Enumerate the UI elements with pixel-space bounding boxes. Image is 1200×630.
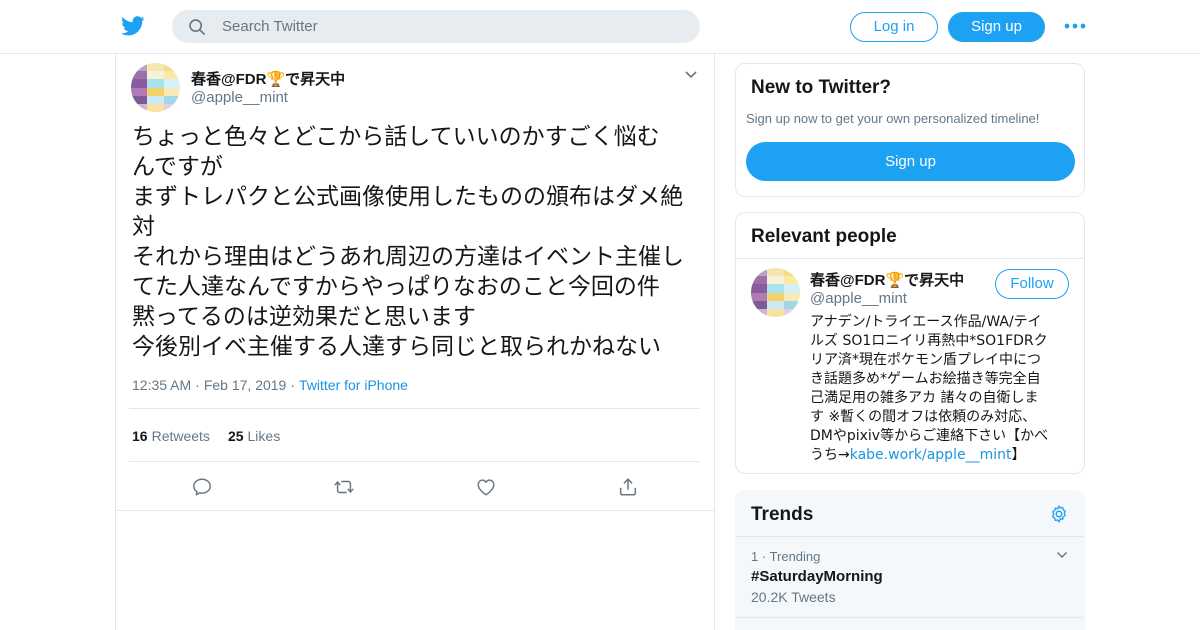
tweet-text: ちょっと色々とどこから話していいのかすごく悩む んですが まずトレパクと公式画像… [132,122,702,362]
likes-count: 25 [227,428,244,444]
divider [129,461,700,462]
tweet-text-line: ちょっと色々とどこから話していいのかすごく悩む [132,124,660,150]
reply-icon[interactable] [191,476,213,498]
more-icon[interactable] [1064,22,1086,30]
tweet-column: 春香@FDR🏆で昇天中 @apple__mint ちょっと色々とどこから話してい… [115,54,715,630]
bio-line: リア済*現在ポケモン盾プレイ中につ [810,352,1041,368]
relevant-people-title: Relevant people [751,226,897,247]
bio-line: アナデン/トライエース作品/WA/テイ [810,314,1042,330]
login-button[interactable]: Log in [850,12,938,42]
divider [736,536,1084,537]
author-name[interactable]: 春香@FDR🏆で昇天中 [191,68,345,89]
tweet-text-line: 今後別イベ主催する人達すら同じと取られかねない [132,334,661,360]
signup-button[interactable]: Sign up [948,12,1045,42]
bio-line: す ※暫くの間オフは依頼のみ対応、 [810,409,1037,425]
retweets-label: Retweets [151,428,210,444]
relevant-people-card: Relevant people 春香@FDR🏆で昇天中 @apple__mint… [735,212,1085,474]
tweet-text-line: てた人達なんですからやっぱりなおのこと今回の件 [132,274,660,300]
tweet-text-line: 黙ってるのは逆効果だと思います [132,304,476,330]
signup-card-title: New to Twitter? [751,77,892,98]
sidebar-signup-button[interactable]: Sign up [746,142,1075,181]
search-input[interactable]: Search Twitter [222,18,318,36]
divider [736,617,1084,618]
bio-link[interactable]: kabe.work/apple__mint [850,447,1012,463]
tweet-source-link[interactable]: Twitter for iPhone [299,377,408,393]
search-box[interactable]: Search Twitter [172,10,700,43]
bio-line: DMやpixiv等からご連絡下さい【かべ [810,428,1049,444]
tweet-text-line: 対 [132,214,155,240]
trend-hashtag[interactable]: #SaturdayMorning [751,568,883,585]
trends-title: Trends [751,504,814,525]
bio-line: ルズ SO1ロニイリ再熱中*SO1FDRク [810,333,1048,349]
like-icon[interactable] [475,476,497,498]
trend-rank: 1 · Trending [751,549,821,564]
tweet-text-line: それから理由はどうあれ周辺の方達はイベント主催し [132,244,684,270]
bio-line: き話題多め*ゲームお絵描き等完全自 [810,371,1041,387]
bio-line: 己満足用の雑多アカ 諸々の自衛しま [810,390,1039,406]
share-icon[interactable] [617,476,639,498]
divider [116,510,714,511]
tweet-text-line: んですが [132,154,223,180]
retweets-count: 16 [132,428,148,444]
trend-rank-number: 1 [751,549,759,564]
relevant-person-handle[interactable]: @apple__mint [810,290,907,307]
retweet-icon[interactable] [333,476,355,498]
tweet-date[interactable]: Feb 17, 2019 [204,377,287,393]
bio-text: 】 [1011,447,1026,463]
twitter-bird-icon[interactable] [120,14,146,38]
retweets-stat[interactable]: 16 Retweets [132,428,210,444]
likes-stat[interactable]: 25 Likes [228,428,280,444]
relevant-person-bio: アナデン/トライエース作品/WA/テイ ルズ SO1ロニイリ再熱中*SO1FDR… [810,313,1070,465]
avatar[interactable] [751,268,800,317]
bio-line: うち→kabe.work/apple__mint】 [810,446,1070,465]
divider [129,408,700,409]
signup-card-subtitle: Sign up now to get your own personalized… [746,111,1040,126]
tweet-stats: 16 Retweets 25 Likes [132,428,280,444]
caret-down-icon[interactable] [1056,551,1068,559]
trend-rank-label: Trending [769,549,821,564]
relevant-person-name[interactable]: 春香@FDR🏆で昇天中 [810,269,964,290]
bio-text: うち→ [810,447,850,463]
likes-label: Likes [247,428,281,444]
divider [736,258,1084,259]
caret-down-icon[interactable] [684,70,698,80]
follow-button[interactable]: Follow [995,269,1069,299]
tweet-text-line: まずトレパクと公式画像使用したものの頒布はダメ絶 [132,184,684,210]
top-bar: Search Twitter Log in Sign up [0,0,1200,54]
author-handle[interactable]: @apple__mint [191,89,288,106]
avatar[interactable] [131,63,180,112]
trend-tweet-count: 20.2K Tweets [751,589,836,605]
gear-icon[interactable] [1049,504,1069,524]
tweet-time[interactable]: 12:35 AM [132,377,191,393]
trends-card: Trends 1 · Trending #SaturdayMorning 20.… [735,490,1085,630]
tweet-meta: 12:35 AM · Feb 17, 2019 · Twitter for iPhone [132,377,408,393]
search-icon [189,19,206,36]
signup-card: New to Twitter? Sign up now to get your … [735,63,1085,197]
